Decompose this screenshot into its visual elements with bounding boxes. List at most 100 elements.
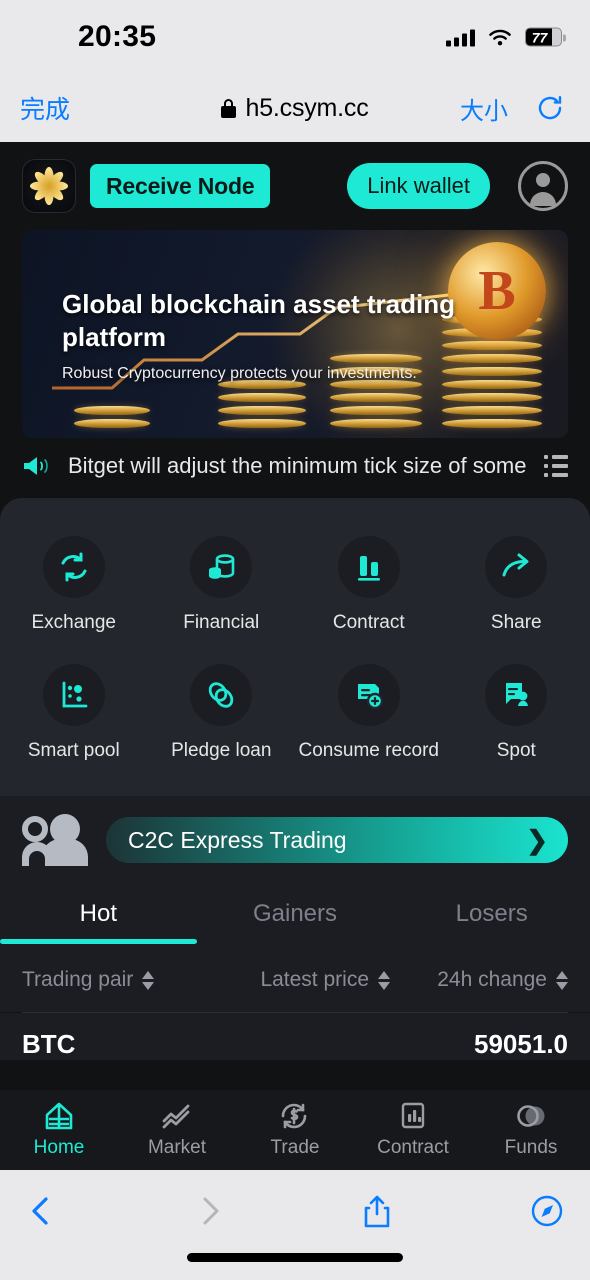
battery-icon: 77 — [525, 27, 566, 47]
wifi-icon — [488, 28, 512, 46]
c2c-label: C2C Express Trading — [128, 826, 347, 853]
announcement-bar[interactable]: Bitget will adjust the minimum tick size… — [22, 438, 568, 494]
nav-trade[interactable]: Trade — [236, 1101, 354, 1159]
home-indicator — [187, 1253, 403, 1262]
reload-icon[interactable] — [536, 94, 564, 122]
quick-action-consume-record[interactable]: Consume record — [295, 664, 443, 762]
tab-losers[interactable]: Losers — [393, 900, 590, 944]
chevron-right-icon: ❯ — [526, 824, 548, 855]
home-icon — [45, 1102, 73, 1130]
status-bar-indicators: 77 — [446, 27, 566, 47]
browser-url-text: h5.csym.cc — [245, 93, 369, 122]
lock-icon — [221, 98, 237, 118]
column-label: Latest price — [260, 968, 369, 991]
quick-action-financial[interactable]: Financial — [148, 536, 296, 634]
smart-pool-scatter-icon — [42, 664, 105, 726]
row-latest-price: 59051.0 — [474, 1029, 568, 1059]
quick-action-label: Smart pool — [27, 740, 120, 761]
quick-action-share[interactable]: Share — [443, 536, 590, 634]
column-trading-pair[interactable]: Trading pair — [22, 968, 240, 992]
receive-node-button[interactable]: Receive Node — [90, 164, 271, 208]
app-viewport: Receive Node Link wallet B Global blockc… — [0, 142, 590, 1170]
coin-stack-2 — [218, 380, 306, 432]
status-bar-clock: 20:35 — [78, 20, 157, 53]
app-header: Receive Node Link wallet — [0, 142, 590, 230]
back-chevron-icon[interactable] — [26, 1194, 56, 1233]
nav-contract[interactable]: Contract — [354, 1101, 472, 1159]
quick-actions-grid: Exchange Financial Contract Share Smart — [0, 536, 590, 762]
banner-text-block: Global blockchain asset trading platform… — [62, 288, 482, 383]
announcement-list-icon[interactable] — [544, 455, 568, 477]
market-column-headers: Trading pair Latest price 24h change — [0, 944, 590, 1012]
quick-action-label: Share — [490, 612, 542, 633]
quick-actions-panel: Exchange Financial Contract Share Smart — [0, 498, 590, 796]
consume-record-add-icon — [337, 664, 400, 726]
browser-url-bar: 完成 h5.csym.cc 大小 — [0, 74, 590, 142]
share-icon[interactable] — [360, 1194, 394, 1235]
quick-action-label: Consume record — [298, 740, 439, 761]
pledge-loan-links-icon — [190, 664, 253, 726]
sort-arrows-icon[interactable] — [556, 970, 568, 990]
table-row[interactable]: BTC 59051.0 — [0, 1013, 590, 1060]
sort-arrows-icon[interactable] — [142, 970, 155, 990]
user-avatar-icon[interactable] — [518, 161, 568, 211]
ios-status-bar: 20:35 77 — [0, 0, 590, 74]
two-people-icon — [22, 814, 88, 866]
column-label: Trading pair — [22, 968, 134, 991]
megaphone-icon — [22, 454, 52, 478]
quick-action-spot[interactable]: Spot — [443, 664, 590, 762]
tab-gainers[interactable]: Gainers — [197, 900, 394, 944]
battery-level: 77 — [531, 29, 548, 45]
nav-funds[interactable]: Funds — [472, 1101, 590, 1159]
share-arrow-icon — [485, 536, 548, 598]
nav-market[interactable]: Market — [118, 1101, 236, 1159]
quick-action-label: Exchange — [31, 612, 116, 633]
column-label: 24h change — [437, 968, 547, 991]
quick-action-label: Financial — [183, 612, 260, 633]
column-latest-price[interactable]: Latest price — [240, 968, 390, 992]
safari-compass-icon[interactable] — [530, 1194, 564, 1233]
tab-label: Losers — [455, 900, 528, 927]
market-chart-icon — [162, 1104, 190, 1129]
coin-stack-1 — [74, 406, 150, 432]
financial-coins-icon — [190, 536, 253, 598]
quick-action-contract[interactable]: Contract — [295, 536, 443, 634]
cellular-signal-icon — [446, 28, 475, 46]
quick-action-label: Pledge loan — [171, 740, 272, 761]
bottom-navigation: Home Market Trade Contract Funds — [0, 1090, 590, 1170]
nav-label: Funds — [504, 1137, 558, 1158]
forward-chevron-icon — [195, 1194, 225, 1233]
banner-headline: Global blockchain asset trading platform — [62, 289, 455, 353]
quick-action-smart-pool[interactable]: Smart pool — [0, 664, 148, 762]
market-tabs: Hot Gainers Losers — [0, 886, 590, 944]
browser-toolbar — [0, 1170, 590, 1280]
browser-text-size-button[interactable]: 大小 — [460, 91, 508, 126]
trade-swap-icon — [281, 1103, 307, 1129]
c2c-banner[interactable]: C2C Express Trading ❯ — [0, 796, 590, 886]
contract-bars-icon — [337, 536, 400, 598]
row-trading-pair: BTC — [22, 1029, 76, 1059]
quick-action-label: Spot — [496, 740, 536, 761]
spot-document-icon — [485, 664, 548, 726]
quick-action-label: Contract — [332, 612, 405, 633]
nav-label: Market — [147, 1137, 207, 1158]
sort-arrows-icon[interactable] — [378, 970, 390, 990]
nav-label: Contract — [377, 1137, 449, 1158]
phone-screen: 20:35 77 完成 h5.csym.cc 大小 Receive Node L… — [0, 0, 590, 1280]
app-logo-flower-icon[interactable] — [22, 159, 76, 213]
c2c-express-trading-button[interactable]: C2C Express Trading ❯ — [106, 817, 568, 863]
funds-circles-icon — [517, 1105, 545, 1127]
hero-banner[interactable]: B Global blockchain asset trading platfo… — [22, 230, 568, 438]
nav-label: Trade — [270, 1137, 320, 1158]
tab-hot[interactable]: Hot — [0, 900, 197, 944]
quick-action-pledge-loan[interactable]: Pledge loan — [148, 664, 296, 762]
exchange-swap-icon — [42, 536, 105, 598]
contract-chart-icon — [401, 1102, 425, 1129]
quick-action-exchange[interactable]: Exchange — [0, 536, 148, 634]
column-24h-change[interactable]: 24h change — [390, 968, 568, 992]
nav-home[interactable]: Home — [0, 1101, 118, 1159]
nav-label: Home — [33, 1137, 85, 1158]
banner-subtitle: Robust Cryptocurrency protects your inve… — [62, 364, 417, 382]
link-wallet-button[interactable]: Link wallet — [347, 163, 490, 209]
tab-label: Gainers — [252, 900, 338, 927]
